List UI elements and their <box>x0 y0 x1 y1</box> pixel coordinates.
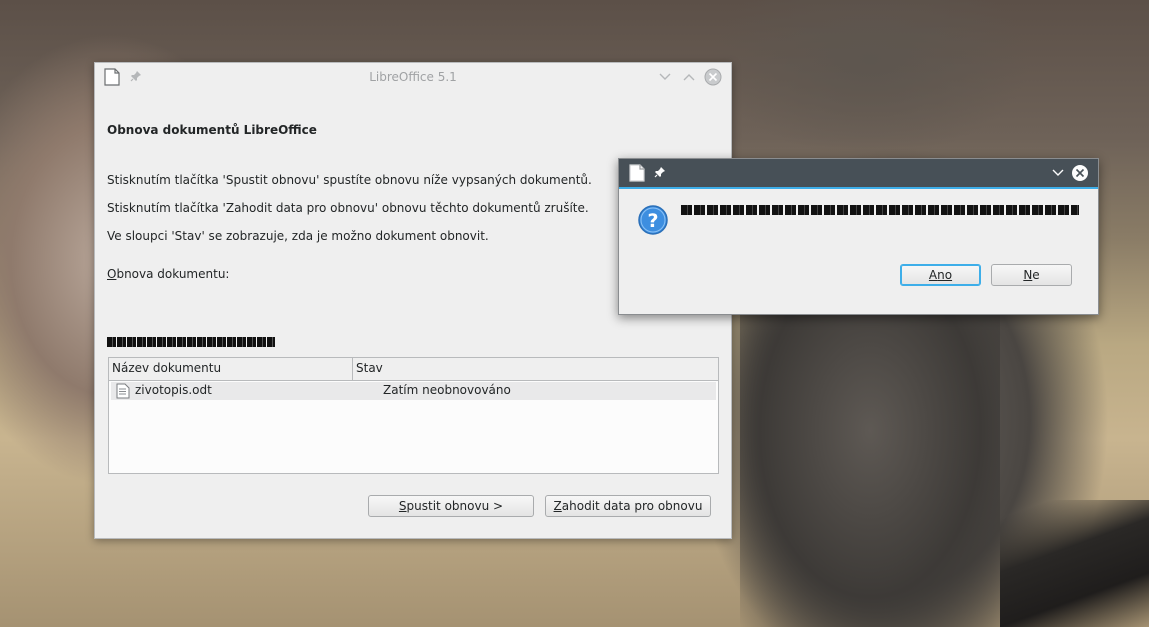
minimize-icon[interactable] <box>659 71 671 85</box>
wallpaper-tail <box>1000 500 1149 627</box>
table-row[interactable]: zivotopis.odt Zatím neobnovováno <box>111 382 716 400</box>
documents-table[interactable]: Název dokumentu Stav zivotopis.odt Zatím… <box>108 357 719 474</box>
instruction-start: Stisknutím tlačítka 'Spustit obnovu' spu… <box>107 173 592 187</box>
document-status-cell: Zatím neobnovováno <box>383 383 511 397</box>
column-header-name[interactable]: Název dokumentu <box>112 361 221 375</box>
titlebar-accent <box>619 187 1098 189</box>
yes-button[interactable]: Ano <box>900 264 981 286</box>
text-document-icon <box>116 383 130 402</box>
window-title: LibreOffice 5.1 <box>369 70 457 84</box>
column-separator[interactable] <box>352 358 353 380</box>
close-icon[interactable] <box>1071 164 1089 185</box>
dialog-titlebar[interactable] <box>619 159 1098 187</box>
document-name-cell: zivotopis.odt <box>135 383 212 397</box>
discard-recovery-data-button[interactable]: Zahodit data pro obnovu <box>545 495 711 517</box>
wallpaper-horse <box>740 300 1000 627</box>
minimize-icon[interactable] <box>1052 167 1064 181</box>
main-titlebar[interactable]: LibreOffice 5.1 <box>95 63 731 91</box>
close-icon[interactable] <box>704 68 722 89</box>
redacted-label <box>107 337 275 347</box>
instruction-status: Ve sloupci 'Stav' se zobrazuje, zda je m… <box>107 229 489 243</box>
question-icon: ? <box>637 204 669 239</box>
instruction-discard: Stisknutím tlačítka 'Zahodit data pro ob… <box>107 201 589 215</box>
redacted-message <box>681 205 1079 215</box>
column-header-status[interactable]: Stav <box>356 361 383 375</box>
start-recovery-button[interactable]: Spustit obnovu > <box>368 495 534 517</box>
no-button[interactable]: Ne <box>991 264 1072 286</box>
svg-text:?: ? <box>647 210 658 232</box>
pin-icon[interactable] <box>654 166 666 181</box>
maximize-icon[interactable] <box>683 71 695 85</box>
recovery-progress-label: Obnova dokumentu: <box>107 267 230 281</box>
recovery-heading: Obnova dokumentů LibreOffice <box>107 123 317 137</box>
document-icon <box>629 164 645 185</box>
table-header: Název dokumentu Stav <box>109 358 718 381</box>
confirmation-dialog: ? Ano Ne <box>618 158 1099 315</box>
